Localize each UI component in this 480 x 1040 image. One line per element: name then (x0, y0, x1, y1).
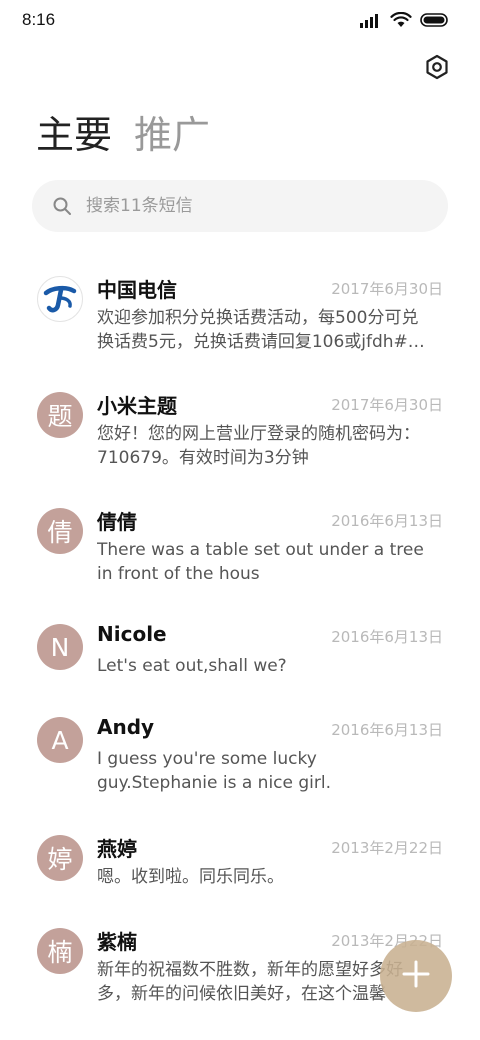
gear-hexagon-icon (424, 54, 450, 84)
tab-primary[interactable]: 主要 (36, 112, 112, 158)
avatar: 婷 (37, 835, 83, 881)
status-time: 8:16 (22, 10, 56, 29)
conversation-preview: 欢迎参加积分兑换话费活动，每500分可兑换话费5元，兑换话费请回复106或jfd… (97, 308, 425, 352)
avatar: 倩 (37, 508, 83, 554)
conversation-item[interactable]: 婷 燕婷 2013年2月22日 嗯。收到啦。同乐同乐。 (0, 821, 480, 911)
conversation-item[interactable]: 倩 倩倩 2016年6月13日 There was a table set ou… (0, 494, 480, 606)
conversation-name: Nicole (97, 622, 167, 646)
conversation-preview: Let's eat out,shall we? (97, 656, 287, 676)
search-bar[interactable] (32, 180, 448, 232)
plus-icon (401, 959, 431, 993)
conversation-item[interactable]: 中国电信 2017年6月30日 欢迎参加积分兑换话费活动，每500分可兑换话费5… (0, 262, 480, 374)
conversation-list: 中国电信 2017年6月30日 欢迎参加积分兑换话费活动，每500分可兑换话费5… (0, 262, 480, 1040)
conversation-preview: 您好！您的网上营业厅登录的随机密码为：710679。有效时间为3分钟 (97, 424, 420, 468)
conversation-date: 2017年6月30日 (331, 396, 443, 414)
conversation-name: 小米主题 (97, 394, 177, 418)
china-telecom-logo (37, 276, 83, 322)
conversation-name: 紫楠 (97, 930, 137, 954)
tab-bar: 主要 推广 (36, 112, 210, 158)
settings-button[interactable] (420, 52, 454, 86)
status-bar: 8:16 (0, 0, 480, 44)
signal-icon (360, 12, 382, 28)
avatar: 题 (37, 392, 83, 438)
conversation-name: 倩倩 (97, 510, 137, 534)
status-icons (360, 12, 450, 28)
avatar: N (37, 624, 83, 670)
conversation-preview: There was a table set out under a tree i… (97, 540, 424, 584)
conversation-date: 2016年6月13日 (331, 512, 443, 530)
conversation-item[interactable]: N Nicole 2016年6月13日 Let's eat out,shall … (0, 610, 480, 700)
new-message-button[interactable] (380, 940, 452, 1012)
conversation-date: 2013年2月22日 (331, 839, 443, 857)
tab-promotions[interactable]: 推广 (134, 112, 210, 158)
conversation-date: 2016年6月13日 (331, 628, 443, 646)
conversation-name: 燕婷 (97, 837, 137, 861)
search-icon (52, 196, 72, 216)
conversation-item[interactable]: A Andy 2016年6月13日 I guess you're some lu… (0, 703, 480, 815)
conversation-item[interactable]: 题 小米主题 2017年6月30日 您好！您的网上营业厅登录的随机密码为：710… (0, 378, 480, 490)
avatar: 楠 (37, 928, 83, 974)
wifi-icon (390, 12, 412, 28)
conversation-preview: I guess you're some lucky guy.Stephanie … (97, 749, 332, 793)
conversation-preview: 嗯。收到啦。同乐同乐。 (97, 867, 284, 887)
avatar: A (37, 717, 83, 763)
search-input[interactable] (84, 185, 428, 227)
conversation-date: 2017年6月30日 (331, 280, 443, 298)
battery-icon (420, 12, 450, 28)
conversation-name: Andy (97, 715, 155, 739)
conversation-date: 2016年6月13日 (331, 721, 443, 739)
conversation-name: 中国电信 (97, 278, 177, 302)
